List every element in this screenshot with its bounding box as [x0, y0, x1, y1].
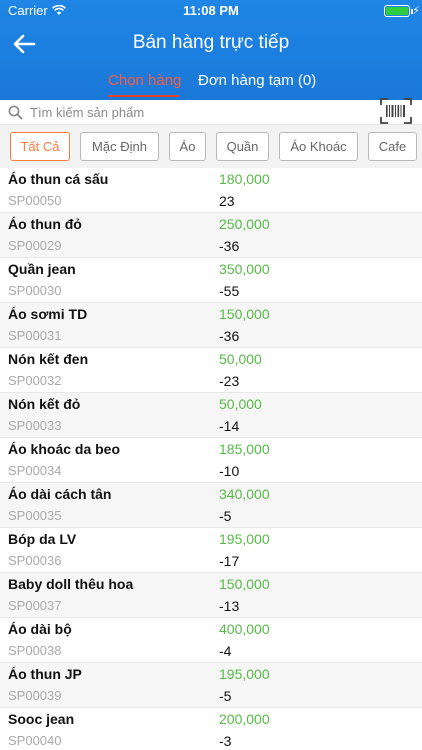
product-row[interactable]: Nón kết đỏ SP00033 50,000 -14	[0, 393, 422, 438]
product-price: 50,000	[219, 396, 262, 412]
product-price: 400,000	[219, 621, 270, 637]
product-code: SP00040	[8, 733, 62, 748]
product-code: SP00032	[8, 373, 62, 388]
product-stock: -17	[219, 553, 240, 569]
product-row[interactable]: Áo thun cá sấu SP00050 180,000 23	[0, 168, 422, 213]
search-icon	[8, 105, 23, 120]
product-price: 150,000	[219, 306, 270, 322]
filter-chip-pants[interactable]: Quần	[216, 132, 269, 161]
product-stock: -5	[219, 508, 232, 524]
tab-draft-orders[interactable]: Đơn hàng tạm (0)	[198, 72, 316, 89]
product-name: Quần jean	[8, 261, 76, 277]
filter-chip-cafe[interactable]: Cafe	[368, 132, 417, 161]
product-row[interactable]: Bóp da LV SP00036 195,000 -17	[0, 528, 422, 573]
product-price: 250,000	[219, 216, 270, 232]
search-bar	[0, 100, 422, 125]
product-stock: -5	[219, 688, 232, 704]
product-name: Áo sơmi TD	[8, 306, 88, 322]
product-name: Áo khoác da beo	[8, 441, 121, 457]
product-stock: -36	[219, 238, 240, 254]
product-stock: -10	[219, 463, 240, 479]
product-name: Bóp da LV	[8, 531, 77, 547]
filter-chip-shirt[interactable]: Áo	[169, 132, 206, 161]
product-name: Áo dài cách tân	[8, 486, 112, 502]
product-name: Nón kết đỏ	[8, 396, 81, 412]
nav-header: Carrier 11:08 PM ⚡ Bán hàng trực tiếp Ch…	[0, 0, 422, 100]
product-code: SP00035	[8, 508, 62, 523]
product-name: Nón kết đen	[8, 351, 89, 367]
product-price: 200,000	[219, 711, 270, 727]
product-code: SP00034	[8, 463, 62, 478]
product-row[interactable]: Áo dài cách tân SP00035 340,000 -5	[0, 483, 422, 528]
product-code: SP00038	[8, 643, 62, 658]
product-row[interactable]: Áo thun JP SP00039 195,000 -5	[0, 663, 422, 708]
product-row[interactable]: Áo thun đỏ SP00029 250,000 -36	[0, 213, 422, 258]
product-code: SP00030	[8, 283, 62, 298]
product-stock: 23	[219, 193, 235, 209]
product-row[interactable]: Áo dài bộ SP00038 400,000 -4	[0, 618, 422, 663]
filter-chip-default[interactable]: Mặc Định	[80, 132, 159, 161]
product-code: SP00036	[8, 553, 62, 568]
product-stock: -23	[219, 373, 240, 389]
filter-chip-all[interactable]: Tất Cả	[10, 132, 70, 161]
product-stock: -4	[219, 643, 232, 659]
status-bar: Carrier 11:08 PM ⚡	[0, 0, 422, 22]
product-stock: -3	[219, 733, 232, 749]
page-title: Bán hàng trực tiếp	[132, 32, 290, 53]
product-code: SP00033	[8, 418, 62, 433]
product-price: 50,000	[219, 351, 262, 367]
product-name: Áo dài bộ	[8, 621, 72, 637]
product-price: 185,000	[219, 441, 270, 457]
product-name: Sooc jean	[8, 711, 75, 727]
charging-icon: ⚡	[412, 5, 420, 17]
product-row[interactable]: Sooc jean SP00040 200,000 -3	[0, 708, 422, 750]
product-row[interactable]: Áo sơmi TD SP00031 150,000 -36	[0, 303, 422, 348]
clock: 11:08 PM	[183, 3, 239, 18]
product-row[interactable]: Baby doll thêu hoa SP00037 150,000 -13	[0, 573, 422, 618]
search-input[interactable]	[30, 102, 360, 122]
product-stock: -55	[219, 283, 240, 299]
product-row[interactable]: Quần jean SP00030 350,000 -55	[0, 258, 422, 303]
product-row[interactable]: Áo khoác da beo SP00034 185,000 -10	[0, 438, 422, 483]
product-price: 180,000	[219, 171, 270, 187]
product-name: Áo thun JP	[8, 666, 82, 682]
product-stock: -13	[219, 598, 240, 614]
product-stock: -36	[219, 328, 240, 344]
battery-icon	[384, 5, 410, 17]
product-row[interactable]: Nón kết đen SP00032 50,000 -23	[0, 348, 422, 393]
product-code: SP00050	[8, 193, 62, 208]
filter-chip-jacket[interactable]: Áo Khoác	[279, 132, 358, 161]
tab-bar: Chọn hàng Đơn hàng tạm (0)	[0, 68, 422, 100]
product-price: 150,000	[219, 576, 270, 592]
product-price: 340,000	[219, 486, 270, 502]
product-name: Baby doll thêu hoa	[8, 576, 134, 592]
product-code: SP00031	[8, 328, 62, 343]
product-code: SP00039	[8, 688, 62, 703]
tab-choose-items[interactable]: Chọn hàng	[108, 72, 181, 89]
product-price: 195,000	[219, 666, 270, 682]
product-price: 350,000	[219, 261, 270, 277]
product-name: Áo thun đỏ	[8, 216, 82, 232]
product-price: 195,000	[219, 531, 270, 547]
barcode-scan-icon[interactable]	[380, 98, 412, 124]
product-code: SP00029	[8, 238, 62, 253]
category-filter-bar: Tất Cả Mặc Định Áo Quần Áo Khoác Cafe	[0, 125, 422, 168]
active-tab-indicator	[108, 95, 179, 97]
product-code: SP00037	[8, 598, 62, 613]
product-stock: -14	[219, 418, 240, 434]
product-name: Áo thun cá sấu	[8, 171, 109, 187]
